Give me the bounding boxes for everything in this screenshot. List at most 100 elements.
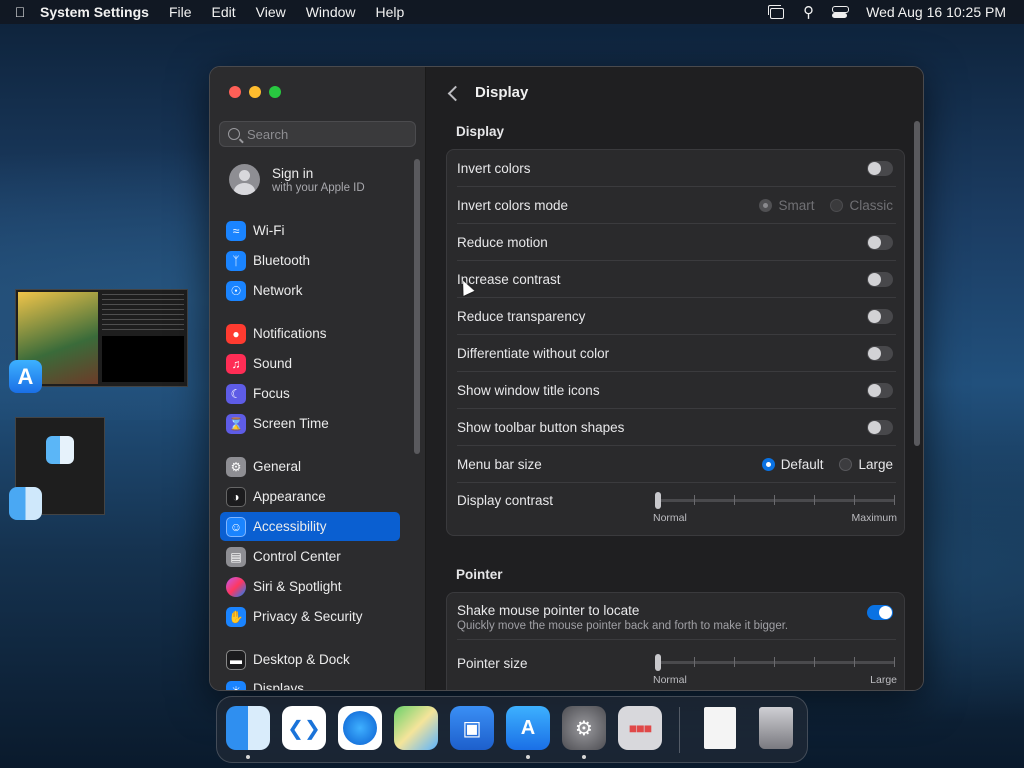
menu-clock[interactable]: Wed Aug 16 10:25 PM bbox=[866, 4, 1006, 20]
spotlight-search-icon[interactable]: ⚲ bbox=[803, 3, 814, 21]
sidebar-item-control-center[interactable]: ▤ Control Center bbox=[220, 542, 400, 571]
menu-bar-default-radio[interactable]: Default bbox=[761, 457, 823, 472]
invert-colors-toggle[interactable] bbox=[867, 160, 893, 176]
increase-contrast-toggle[interactable] bbox=[867, 271, 893, 287]
main-pane: Display Display Invert colors Invert col… bbox=[426, 67, 923, 690]
app-store-icon[interactable]: A bbox=[9, 360, 42, 393]
apple-id-signin[interactable]: Sign in with your Apple ID bbox=[229, 164, 365, 195]
hand-icon: ✋ bbox=[226, 606, 246, 627]
display-contrast-slider[interactable]: Normal Maximum bbox=[653, 485, 897, 524]
finder-icon[interactable] bbox=[9, 487, 42, 520]
sidebar-item-wifi[interactable]: ≈ Wi-Fi bbox=[220, 216, 400, 245]
close-button[interactable] bbox=[229, 86, 241, 98]
display-icon: ☀ bbox=[226, 681, 246, 690]
row-increase-contrast: Increase contrast bbox=[457, 261, 896, 298]
keynote-icon[interactable]: ▣ bbox=[450, 706, 494, 750]
accessibility-icon: ☺ bbox=[226, 516, 246, 537]
pointer-size-slider[interactable]: Normal Large bbox=[653, 647, 897, 686]
sidebar-item-displays[interactable]: ☀ Displays bbox=[220, 675, 400, 691]
differentiate-toggle[interactable] bbox=[867, 345, 893, 361]
search-input[interactable] bbox=[247, 126, 407, 142]
sidebar-item-label: Network bbox=[253, 283, 303, 298]
slider-thumb[interactable] bbox=[655, 654, 661, 671]
menu-window[interactable]: Window bbox=[306, 4, 356, 20]
trash-icon[interactable] bbox=[754, 706, 798, 750]
row-invert-colors-mode: Invert colors mode Smart Classic bbox=[457, 187, 896, 224]
menu-bar-large-radio[interactable]: Large bbox=[839, 457, 893, 472]
slider-thumb[interactable] bbox=[655, 492, 661, 509]
main-scrollbar[interactable] bbox=[914, 121, 920, 446]
launchpad-icon[interactable]: ■■■ bbox=[618, 706, 662, 750]
slider-min-label: Normal bbox=[653, 512, 687, 524]
control-center-icon[interactable] bbox=[832, 5, 850, 19]
sidebar-item-network[interactable]: ☉ Network bbox=[220, 276, 400, 305]
window-title-icons-toggle[interactable] bbox=[867, 382, 893, 398]
sidebar-item-label: Appearance bbox=[253, 489, 326, 504]
row-label: Increase contrast bbox=[457, 271, 561, 287]
menu-bar:  System Settings File Edit View Window … bbox=[0, 0, 1024, 24]
sidebar-item-label: Privacy & Security bbox=[253, 609, 363, 624]
control-center-icon: ▤ bbox=[226, 546, 246, 567]
maps-icon[interactable] bbox=[394, 706, 438, 750]
sidebar-item-label: Displays bbox=[253, 681, 305, 691]
gear-icon: ⚙ bbox=[226, 456, 246, 477]
menu-edit[interactable]: Edit bbox=[212, 4, 236, 20]
sidebar-item-accessibility[interactable]: ☺ Accessibility bbox=[220, 512, 400, 541]
sidebar-item-label: Bluetooth bbox=[253, 253, 311, 268]
zoom-button[interactable] bbox=[269, 86, 281, 98]
row-shake-pointer: Shake mouse pointer to locate Quickly mo… bbox=[457, 593, 896, 640]
sidebar-scrollbar[interactable] bbox=[414, 159, 420, 454]
sidebar-item-label: Notifications bbox=[253, 326, 327, 341]
minimize-button[interactable] bbox=[249, 86, 261, 98]
document-icon[interactable] bbox=[698, 706, 742, 750]
search-icon bbox=[228, 128, 240, 140]
screen-mirroring-icon[interactable] bbox=[768, 5, 785, 19]
row-menu-bar-size: Menu bar size Default Large bbox=[457, 446, 896, 483]
back-button[interactable] bbox=[447, 85, 459, 101]
system-settings-icon[interactable]: ⚙ bbox=[562, 706, 606, 750]
sidebar-item-privacy-security[interactable]: ✋ Privacy & Security bbox=[220, 602, 400, 631]
invert-mode-classic-radio[interactable]: Classic bbox=[830, 198, 893, 213]
apple-menu-icon[interactable]:  bbox=[0, 4, 40, 20]
shake-pointer-toggle[interactable] bbox=[867, 605, 893, 620]
row-invert-colors: Invert colors bbox=[457, 150, 896, 187]
slider-track bbox=[655, 661, 895, 664]
sidebar-item-appearance[interactable]: ◑ Appearance bbox=[220, 482, 400, 511]
sidebar-item-label: Sound bbox=[253, 356, 293, 371]
menu-file[interactable]: File bbox=[169, 4, 192, 20]
reduce-transparency-toggle[interactable] bbox=[867, 308, 893, 324]
sidebar-item-label: Desktop & Dock bbox=[253, 652, 350, 667]
sidebar-item-bluetooth[interactable]: ᛉ Bluetooth bbox=[220, 246, 400, 275]
finder-icon[interactable] bbox=[226, 706, 270, 750]
sidebar-item-sound[interactable]: ♫ Sound bbox=[220, 349, 400, 378]
sidebar-item-focus[interactable]: ☾ Focus bbox=[220, 379, 400, 408]
finder-icon bbox=[46, 436, 74, 464]
toolbar-shapes-toggle[interactable] bbox=[867, 419, 893, 435]
sidebar: Sign in with your Apple ID ≈ Wi-Fi ᛉ Blu… bbox=[210, 67, 426, 690]
sidebar-item-desktop-dock[interactable]: ▬ Desktop & Dock bbox=[220, 645, 400, 674]
app-store-icon[interactable]: A bbox=[506, 706, 550, 750]
sidebar-item-screen-time[interactable]: ⌛ Screen Time bbox=[220, 409, 400, 438]
moon-icon: ☾ bbox=[226, 383, 246, 404]
reduce-motion-toggle[interactable] bbox=[867, 234, 893, 250]
menu-bar-size-radio-group: Default Large bbox=[761, 457, 893, 472]
bell-icon: ● bbox=[226, 323, 246, 344]
sidebar-item-notifications[interactable]: ● Notifications bbox=[220, 319, 400, 348]
running-indicator bbox=[526, 755, 530, 759]
appearance-icon: ◑ bbox=[226, 486, 246, 507]
menu-view[interactable]: View bbox=[256, 4, 286, 20]
row-differentiate-without-color: Differentiate without color bbox=[457, 335, 896, 372]
sidebar-item-general[interactable]: ⚙ General bbox=[220, 452, 400, 481]
window-controls bbox=[229, 86, 281, 98]
sidebar-item-label: Control Center bbox=[253, 549, 341, 564]
signin-subtitle: with your Apple ID bbox=[272, 181, 365, 194]
sidebar-item-label: Siri & Spotlight bbox=[253, 579, 342, 594]
invert-mode-smart-radio[interactable]: Smart bbox=[759, 198, 814, 213]
safari-icon[interactable] bbox=[338, 706, 382, 750]
running-indicator bbox=[582, 755, 586, 759]
vscode-icon[interactable]: ❮❯ bbox=[282, 706, 326, 750]
sidebar-item-siri-spotlight[interactable]: Siri & Spotlight bbox=[220, 572, 400, 601]
search-field[interactable] bbox=[219, 121, 416, 147]
menu-help[interactable]: Help bbox=[376, 4, 405, 20]
menu-app-name[interactable]: System Settings bbox=[40, 4, 149, 20]
